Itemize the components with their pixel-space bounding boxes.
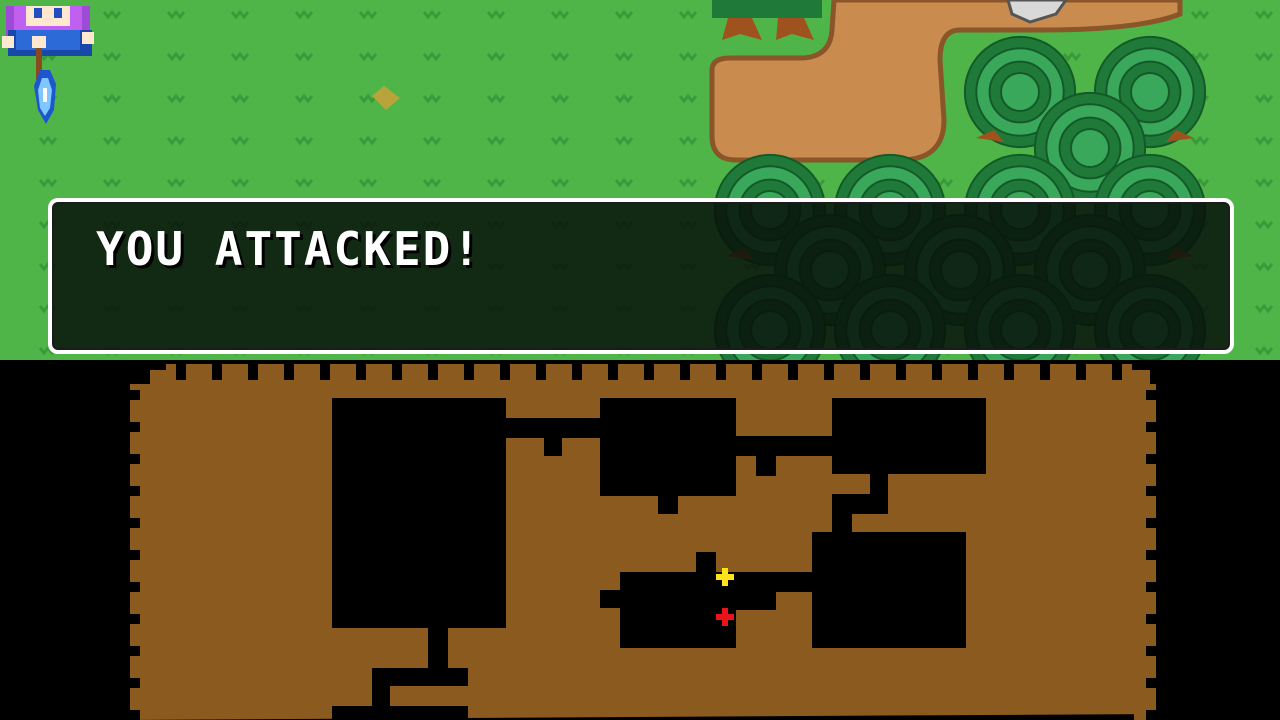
grass-tuft [294, 93, 314, 104]
grass-tuft [1254, 93, 1274, 104]
minimap-canvas [130, 360, 1156, 720]
grass-tuft [294, 135, 314, 146]
grass-tuft [486, 135, 506, 146]
grass-tuft [1254, 51, 1274, 62]
room-top-right [832, 398, 986, 474]
grass-tuft [294, 177, 314, 188]
grass-tuft [102, 51, 122, 62]
grass-tuft [614, 135, 634, 146]
grass-tuft [38, 135, 58, 146]
grass-tuft [102, 93, 122, 104]
grass-tuft [614, 51, 634, 62]
grass-tuft [166, 177, 186, 188]
grass-tuft [102, 177, 122, 188]
grass-tuft [230, 135, 250, 146]
grass-tuft [102, 135, 122, 146]
grass-tuft [1190, 135, 1210, 146]
grass-tuft [1254, 345, 1274, 356]
grass-tuft [358, 177, 378, 188]
grass-tuft [550, 135, 570, 146]
grass-tuft [1190, 9, 1210, 20]
grass-tuft [550, 177, 570, 188]
grass-tuft [486, 93, 506, 104]
grass-tuft [678, 93, 698, 104]
grass-tuft [1254, 303, 1274, 314]
ice-bolt-icon [34, 70, 56, 124]
grass-tuft [166, 135, 186, 146]
grass-tuft [1254, 177, 1274, 188]
grass-tuft [294, 51, 314, 62]
grass-tuft [1254, 261, 1274, 272]
grass-tuft [614, 177, 634, 188]
grass-tuft [486, 177, 506, 188]
grass-tuft [486, 51, 506, 62]
tree-top-left [712, 0, 822, 40]
grass-tuft [422, 93, 442, 104]
grass-tuft [486, 9, 506, 20]
grass-tuft [678, 177, 698, 188]
grass-tuft [166, 9, 186, 20]
grass-tuft [550, 93, 570, 104]
grass-tuft [614, 9, 634, 20]
grass-tuft [422, 135, 442, 146]
grass-tuft [230, 93, 250, 104]
dialog-box: YOU ATTACKED! [48, 198, 1234, 354]
room-large-left [332, 398, 506, 628]
grass-tuft [230, 177, 250, 188]
grass-tuft [1062, 51, 1082, 62]
dialog-message: YOU ATTACKED! [96, 222, 483, 276]
overworld-field: YOU ATTACKED! [0, 0, 1280, 360]
grass-tuft [550, 9, 570, 20]
grass-tuft [550, 51, 570, 62]
grass-tuft [166, 93, 186, 104]
room-bottom-left [332, 706, 468, 720]
hero-sprite [2, 6, 94, 124]
grass-tuft [358, 51, 378, 62]
grass-tuft [102, 9, 122, 20]
grass-tuft [358, 135, 378, 146]
hero-mage-icon [2, 6, 94, 80]
grass-tuft [1254, 9, 1274, 20]
grass-tuft [230, 51, 250, 62]
grass-tuft [230, 9, 250, 20]
grass-tuft [166, 51, 186, 62]
dungeon-minimap [0, 360, 1280, 720]
grass-tuft [614, 93, 634, 104]
grass-tuft [294, 9, 314, 20]
grass-tuft [422, 51, 442, 62]
grass-tuft [422, 9, 442, 20]
room-center [620, 572, 736, 648]
grass-tuft [422, 177, 442, 188]
grass-tuft [1254, 219, 1274, 230]
grass-tuft [678, 51, 698, 62]
grass-tuft [358, 9, 378, 20]
grass-tuft [678, 135, 698, 146]
grass-tuft [38, 177, 58, 188]
room-right [812, 532, 966, 648]
grass-tuft [678, 9, 698, 20]
leaf-decoration [372, 86, 400, 110]
room-top-middle [600, 398, 736, 496]
grass-tuft [1254, 135, 1274, 146]
